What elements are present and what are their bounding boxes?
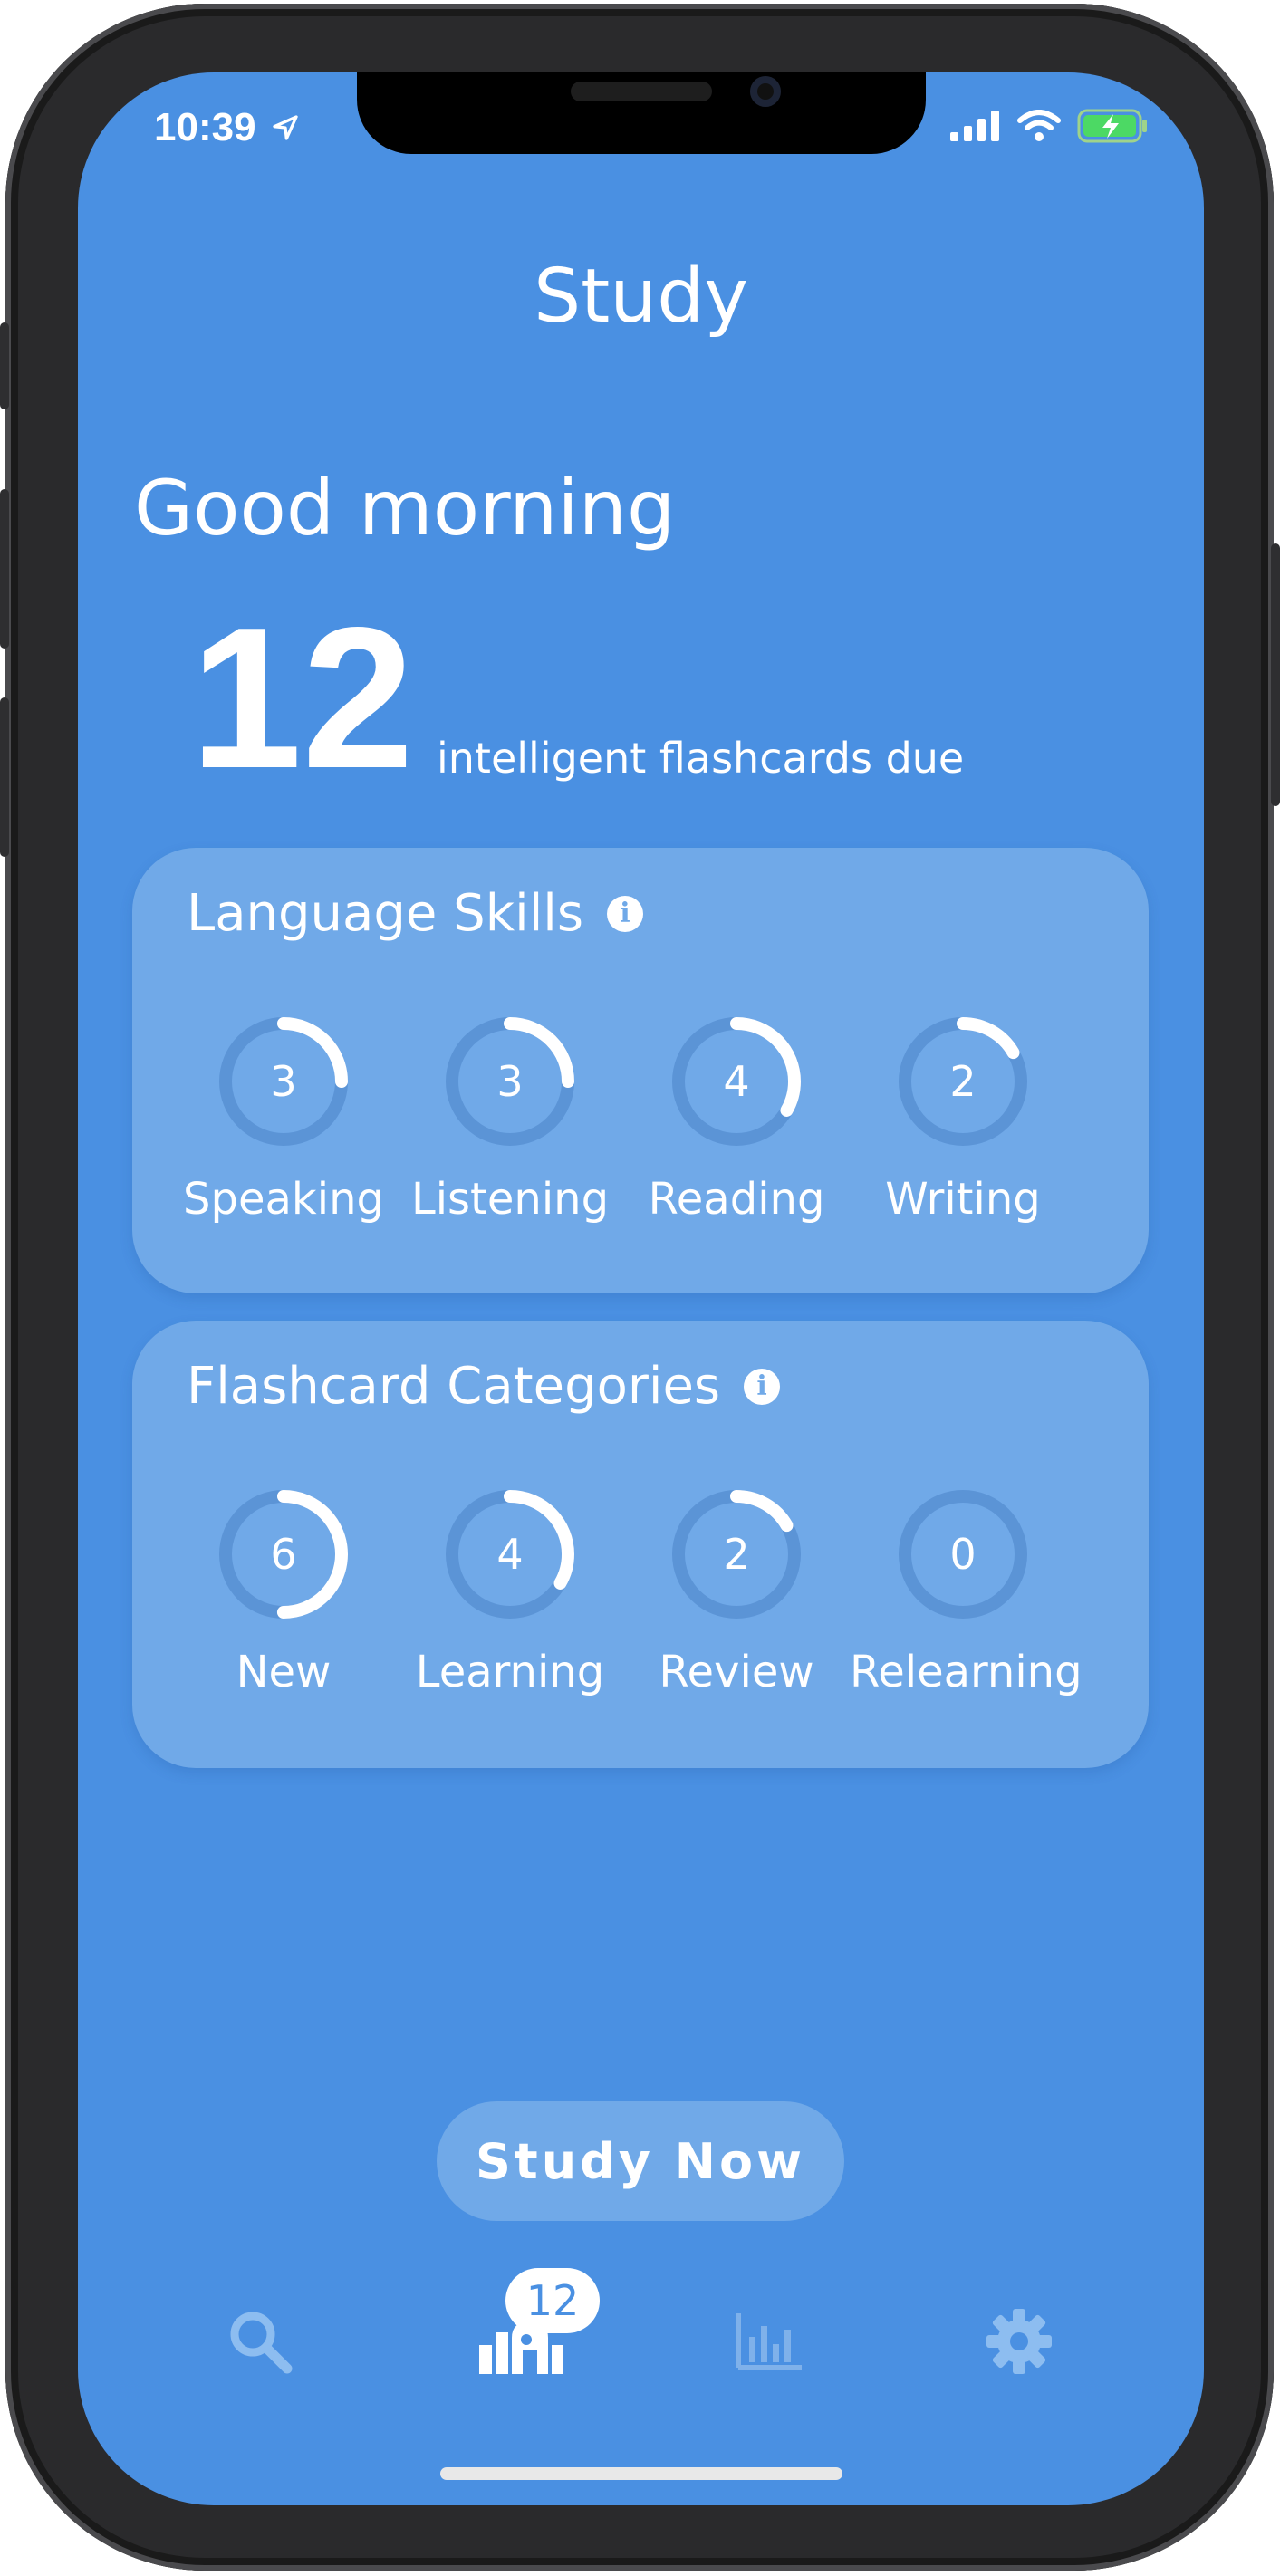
ring-label: Writing: [885, 1174, 1041, 1225]
tab-settings[interactable]: [978, 2301, 1060, 2382]
progress-ring: 4: [446, 1490, 574, 1619]
progress-ring: 6: [219, 1490, 348, 1619]
app-screen: 10:39 Study Good morning 12 intelligent …: [78, 72, 1204, 2505]
battery-charging-icon: [1077, 109, 1147, 143]
progress-ring: 2: [672, 1490, 801, 1619]
ring-label: New: [236, 1647, 332, 1697]
ring-label: Relearning: [850, 1647, 1083, 1697]
language-skills-title: Language Skills i: [187, 884, 643, 943]
greeting-text: Good morning: [134, 464, 676, 553]
ring-item-reading: 4 Reading: [623, 1009, 850, 1225]
status-icons: [950, 109, 1150, 143]
ring-value: 2: [949, 1057, 976, 1106]
progress-ring: 3: [446, 1017, 574, 1146]
speaker: [571, 82, 712, 101]
due-count: 12: [190, 586, 414, 811]
ring-item-new: 6 New: [170, 1482, 397, 1697]
study-now-button[interactable]: Study Now: [437, 2101, 844, 2221]
due-label: intelligent flashcards due: [437, 734, 965, 783]
tab-search[interactable]: [219, 2301, 301, 2382]
study-badge: 12: [505, 2268, 600, 2333]
language-skills-title-text: Language Skills: [187, 884, 583, 943]
progress-ring: 0: [899, 1490, 1027, 1619]
ring-value: 2: [723, 1530, 749, 1579]
ring-item-review: 2 Review: [623, 1482, 850, 1697]
language-skills-card: Language Skills i 3 Speaking 3 Listening 4 Re…: [132, 848, 1149, 1293]
volume-down-button: [0, 697, 9, 857]
ring-label: Review: [659, 1647, 814, 1697]
ring-label: Listening: [410, 1174, 610, 1225]
status-time: 10:39: [154, 105, 300, 150]
cellular-signal-icon: [950, 111, 999, 141]
ring-value: 4: [723, 1057, 749, 1106]
ring-value: 6: [270, 1530, 296, 1579]
location-arrow-icon: [273, 115, 298, 140]
ring-label: Reading: [648, 1174, 825, 1225]
ring-item-listening: 3 Listening: [397, 1009, 623, 1225]
volume-up-button: [0, 489, 9, 649]
progress-ring: 2: [899, 1017, 1027, 1146]
wifi-icon: [1017, 110, 1061, 141]
power-button: [1271, 543, 1280, 806]
info-icon[interactable]: i: [744, 1368, 781, 1405]
ring-item-learning: 4 Learning: [397, 1482, 623, 1697]
ring-item-speaking: 3 Speaking: [170, 1009, 397, 1225]
ring-value: 3: [270, 1057, 296, 1106]
notch: [357, 72, 926, 154]
ring-label: Learning: [415, 1647, 605, 1697]
flashcard-categories-card: Flashcard Categories i 6 New 4 Learning 2 Rev…: [132, 1321, 1149, 1768]
ring-label: Speaking: [183, 1174, 384, 1225]
flashcard-categories-title-text: Flashcard Categories: [187, 1357, 721, 1416]
flashcard-categories-title: Flashcard Categories i: [187, 1357, 781, 1416]
home-indicator[interactable]: [440, 2467, 842, 2480]
front-camera: [750, 76, 781, 107]
tab-stats[interactable]: [728, 2301, 810, 2382]
ring-value: 0: [949, 1530, 976, 1579]
ring-item-writing: 2 Writing: [850, 1009, 1076, 1225]
progress-ring: 4: [672, 1017, 801, 1146]
progress-ring: 3: [219, 1017, 348, 1146]
mute-switch: [0, 322, 9, 409]
search-icon: [230, 2312, 293, 2374]
info-icon[interactable]: i: [607, 895, 643, 932]
gear-icon: [986, 2309, 1052, 2374]
stats-icon: [736, 2313, 802, 2370]
ring-item-relearning: 0 Relearning: [850, 1482, 1083, 1697]
ring-value: 4: [496, 1530, 523, 1579]
ring-value: 3: [496, 1057, 523, 1106]
page-title: Study: [534, 254, 748, 340]
